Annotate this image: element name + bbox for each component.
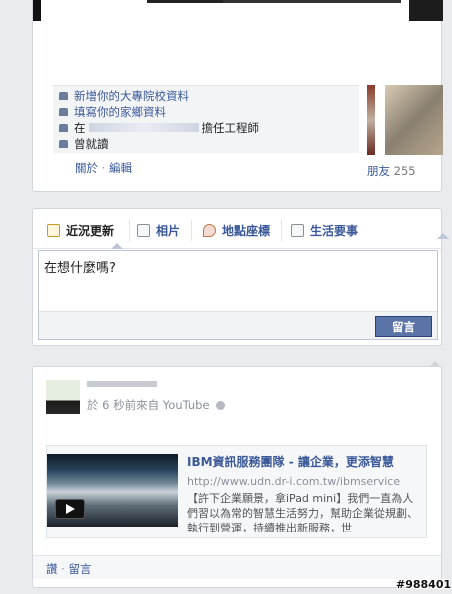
attachment-title[interactable]: IBM資訊服務團隊 - 讓企業，更添智慧 bbox=[187, 454, 423, 470]
like-link[interactable]: 讚 bbox=[46, 562, 58, 576]
separator: · bbox=[61, 562, 65, 576]
about-link[interactable]: 關於 bbox=[75, 161, 98, 175]
friend-photo[interactable] bbox=[367, 85, 375, 155]
graduation-cap-icon bbox=[59, 139, 68, 148]
tab-photo[interactable]: 相片 bbox=[137, 221, 180, 239]
life-event-icon bbox=[291, 223, 304, 237]
status-input[interactable] bbox=[39, 251, 437, 309]
about-item-label: 填寫你的家鄉資料 bbox=[74, 104, 166, 119]
friends-photos[interactable] bbox=[367, 85, 443, 155]
avatar[interactable] bbox=[46, 380, 80, 414]
tab-divider bbox=[191, 219, 192, 241]
comment-link[interactable]: 留言 bbox=[68, 562, 91, 576]
friend-photo[interactable] bbox=[385, 85, 443, 155]
tab-label: 生活要事 bbox=[310, 223, 359, 238]
video-thumbnail[interactable] bbox=[47, 454, 178, 527]
friends-link[interactable]: 朋友 255 bbox=[367, 163, 416, 179]
tab-life-event[interactable]: 生活要事 bbox=[291, 221, 358, 239]
active-tab-caret-icon bbox=[111, 243, 123, 249]
separator: · bbox=[101, 161, 106, 175]
tab-label: 近況更新 bbox=[66, 223, 115, 238]
card-pointer-icon bbox=[429, 361, 441, 367]
status-icon bbox=[47, 223, 60, 237]
attachment-text: IBM資訊服務團隊 - 讓企業，更添智慧 http://www.udn.dr-i… bbox=[187, 454, 423, 532]
story-meta: 於 6 秒前來自 YouTube bbox=[87, 397, 225, 413]
about-info-list: 新增你的大專院校資料 填寫你的家鄉資料 在 擔任工程師 曾就讀 bbox=[53, 85, 359, 153]
briefcase-icon bbox=[59, 123, 68, 132]
story-actions: 讚 · 留言 bbox=[46, 561, 91, 577]
redacted-author-name bbox=[87, 381, 157, 387]
cover-photo-fragment bbox=[223, 0, 401, 3]
about-card: 新增你的大專院校資料 填寫你的家鄉資料 在 擔任工程師 曾就讀 關於 · 編輯 … bbox=[32, 0, 443, 192]
graduation-cap-icon bbox=[59, 91, 68, 100]
cover-photo-fragment bbox=[409, 0, 443, 21]
tab-label: 相片 bbox=[156, 223, 181, 238]
play-icon[interactable] bbox=[55, 499, 85, 519]
tab-divider bbox=[281, 219, 282, 241]
home-icon bbox=[59, 107, 68, 116]
photo-icon bbox=[137, 223, 150, 237]
cover-photo-strip bbox=[33, 0, 443, 25]
post-button[interactable]: 留言 bbox=[375, 316, 432, 337]
status-box: 留言 bbox=[38, 250, 438, 340]
story-source[interactable]: YouTube bbox=[163, 398, 210, 412]
status-footer: 留言 bbox=[39, 311, 437, 339]
about-item-work: 在 擔任工程師 bbox=[59, 120, 259, 135]
tab-location[interactable]: 地點座標 bbox=[203, 221, 270, 239]
tab-label: 地點座標 bbox=[222, 223, 271, 238]
story-timestamp[interactable]: 於 6 秒前來自 bbox=[87, 397, 159, 413]
globe-icon bbox=[215, 400, 225, 410]
about-item-college[interactable]: 新增你的大專院校資料 bbox=[59, 88, 189, 103]
friends-label: 朋友 bbox=[367, 164, 390, 178]
feed-story: 於 6 秒前來自 YouTube IBM資訊服務團隊 - 讓企業，更添智慧 ht… bbox=[32, 361, 442, 588]
attachment-url: http://www.udn.dr-i.com.tw/ibmservice bbox=[187, 475, 401, 488]
about-item-prefix: 在 bbox=[74, 120, 86, 135]
about-item-suffix: 擔任工程師 bbox=[201, 120, 260, 135]
redacted-employer bbox=[88, 123, 199, 132]
tab-divider bbox=[129, 219, 130, 241]
composer-tabs: 近況更新 相片 地點座標 生活要事 bbox=[33, 209, 441, 249]
location-pin-icon bbox=[203, 223, 216, 237]
card-pointer-icon bbox=[437, 233, 449, 239]
friends-count: 255 bbox=[393, 164, 416, 178]
story-actions-bar: 讚 · 留言 bbox=[33, 555, 441, 579]
about-item-label: 新增你的大專院校資料 bbox=[74, 88, 189, 103]
attachment-description: 【許下企業願景，拿iPad mini】我們一直為人們習以為常的智慧生活努力，幫助… bbox=[187, 492, 418, 532]
status-composer: 近況更新 相片 地點座標 生活要事 留言 bbox=[32, 208, 449, 346]
tab-status[interactable]: 近況更新 bbox=[47, 221, 114, 239]
image-watermark: #988401 bbox=[396, 578, 452, 591]
about-item-label: 曾就讀 bbox=[74, 136, 109, 151]
about-item-school: 曾就讀 bbox=[59, 136, 109, 151]
cover-photo-fragment bbox=[33, 0, 41, 21]
about-item-hometown[interactable]: 填寫你的家鄉資料 bbox=[59, 104, 166, 119]
link-attachment[interactable]: IBM資訊服務團隊 - 讓企業，更添智慧 http://www.udn.dr-i… bbox=[46, 445, 427, 538]
about-links: 關於 · 編輯 bbox=[75, 160, 132, 176]
cover-photo-fragment bbox=[147, 0, 223, 3]
edit-link[interactable]: 編輯 bbox=[109, 161, 132, 175]
